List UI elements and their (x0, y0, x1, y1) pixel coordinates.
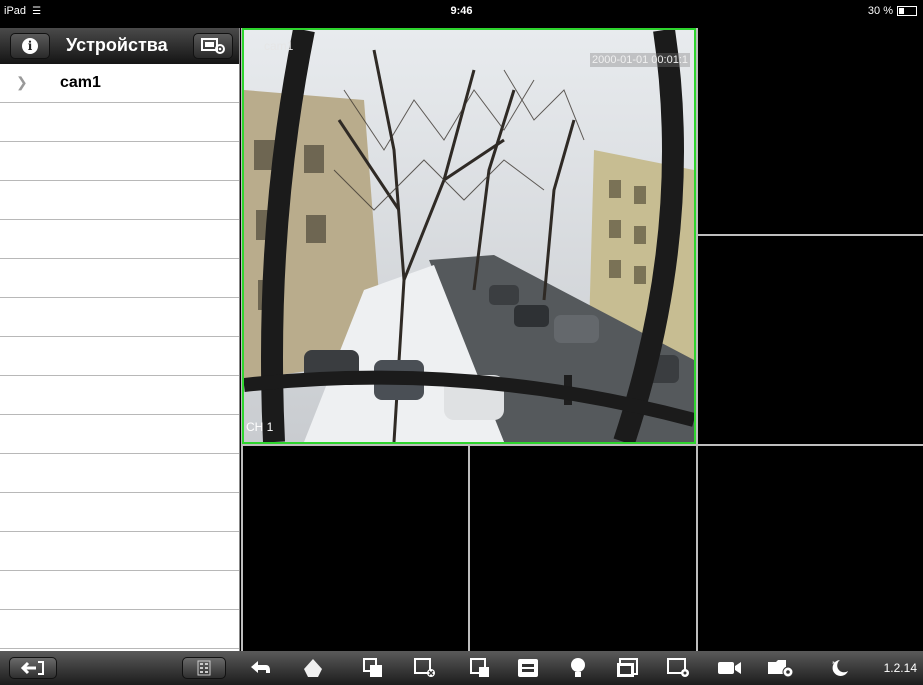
playback-icon (768, 660, 794, 678)
video-tile-empty[interactable] (698, 236, 923, 444)
device-list: ❯ cam1 (0, 64, 239, 649)
chevron-right-icon: ❯ (16, 74, 28, 90)
empty-row (0, 142, 239, 181)
light-button[interactable] (566, 657, 590, 679)
video-tile-active[interactable]: cam1 2000-01-01 00:01:1 CH 1 (242, 28, 696, 444)
layout-icon (363, 658, 382, 677)
single-view-icon (470, 658, 489, 677)
channel-label-overlay: CH 1 (246, 420, 274, 434)
device-label: cam1 (60, 74, 101, 91)
record-icon (718, 662, 741, 674)
fullscreen-button[interactable] (614, 657, 640, 679)
exit-icon (20, 661, 44, 675)
playback-button[interactable] (766, 657, 796, 679)
multi-view-icon (518, 659, 538, 677)
svg-text:*: * (832, 660, 836, 668)
device-sidebar: i Устройства ❯ cam1 (0, 28, 240, 651)
empty-row (0, 532, 239, 571)
empty-row (0, 181, 239, 220)
multi-view-button[interactable] (516, 657, 540, 679)
empty-row (0, 571, 239, 610)
back-button[interactable] (246, 657, 274, 679)
version-label: 1.2.14 (883, 661, 917, 675)
empty-row (0, 103, 239, 142)
snapshot-button[interactable] (666, 657, 692, 679)
night-mode-button[interactable]: * (826, 657, 852, 679)
camera-name-overlay: cam1 (264, 39, 294, 53)
empty-row (0, 610, 239, 649)
close-channel-icon (414, 658, 435, 677)
list-view-button[interactable] (182, 657, 226, 679)
back-icon (251, 661, 270, 673)
list-view-icon (197, 660, 211, 676)
device-row[interactable]: ❯ cam1 (0, 64, 239, 103)
battery-icon (897, 6, 917, 16)
snapshot-icon (667, 658, 689, 677)
night-mode-icon: * (832, 660, 848, 676)
video-tile-empty[interactable] (243, 446, 468, 651)
layout-button[interactable] (361, 657, 385, 679)
video-tile-empty[interactable] (470, 446, 696, 651)
sidebar-title: Устройства (66, 35, 168, 55)
empty-row (0, 454, 239, 493)
ptz-button[interactable] (298, 657, 328, 679)
record-button[interactable] (716, 657, 744, 679)
video-grid: cam1 2000-01-01 00:01:1 CH 1 (241, 28, 923, 651)
camera-timestamp-overlay: 2000-01-01 00:01:1 (589, 53, 690, 67)
clock: 9:46 (450, 5, 473, 17)
empty-row (0, 415, 239, 454)
close-channel-button[interactable] (413, 657, 437, 679)
empty-row (0, 493, 239, 532)
info-icon: i (22, 38, 38, 54)
status-right: 30 % (868, 5, 917, 17)
battery-percent: 30 % (867, 5, 893, 17)
ptz-icon (304, 659, 322, 677)
video-tile-empty[interactable] (698, 28, 923, 234)
fullscreen-icon (617, 658, 638, 677)
single-view-button[interactable] (468, 657, 492, 679)
empty-row (0, 220, 239, 259)
sidebar-header: i Устройства (0, 28, 239, 64)
exit-button[interactable] (9, 657, 57, 679)
video-tile-empty[interactable] (698, 446, 923, 651)
light-icon (571, 658, 585, 677)
device-settings-icon (201, 38, 225, 54)
empty-row (0, 259, 239, 298)
info-button[interactable]: i (10, 33, 50, 59)
status-bar: iPad ☰ 9:46 30 % (0, 0, 923, 28)
empty-row (0, 298, 239, 337)
bottom-toolbar: * 1.2.14 (0, 651, 923, 685)
device-settings-button[interactable] (193, 33, 233, 59)
camera-feed-image (244, 30, 694, 442)
empty-row (0, 376, 239, 415)
empty-row (0, 337, 239, 376)
